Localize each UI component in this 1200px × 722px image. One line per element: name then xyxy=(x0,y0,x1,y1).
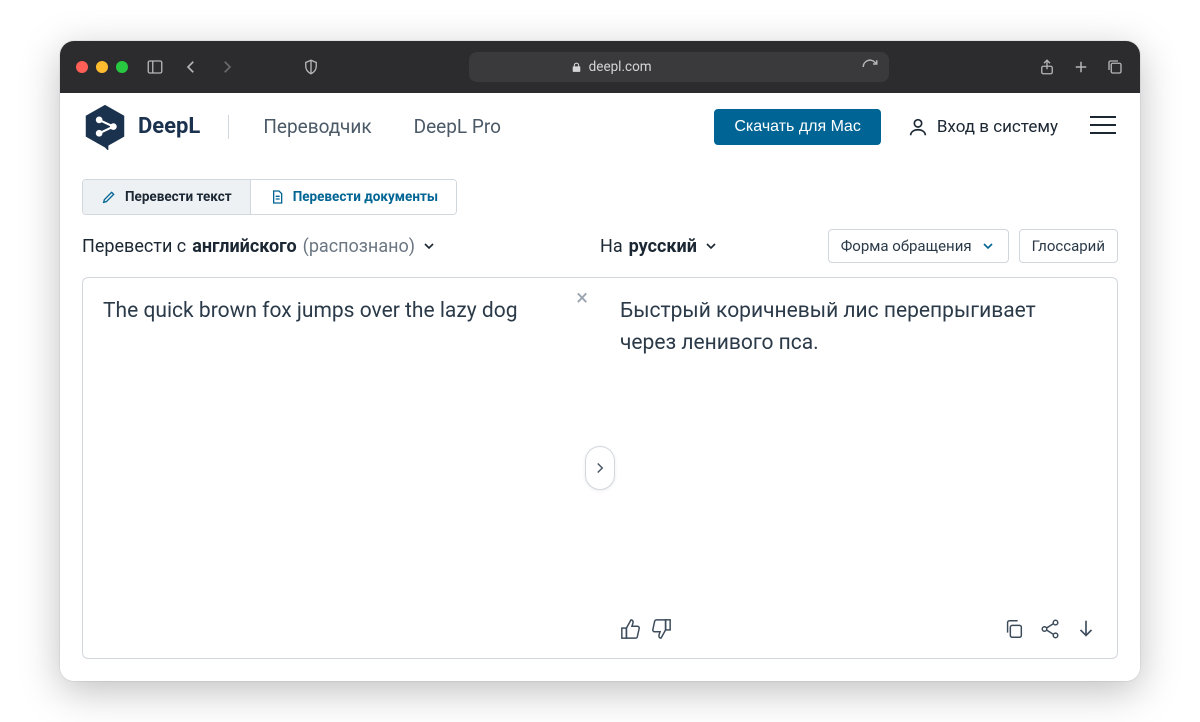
chevron-down-icon xyxy=(703,238,719,254)
chevron-down-icon xyxy=(980,238,996,254)
pencil-icon xyxy=(101,189,117,205)
tab-translate-text[interactable]: Перевести текст xyxy=(83,180,250,214)
copy-button[interactable] xyxy=(1003,618,1025,640)
address-bar-wrap: deepl.com xyxy=(338,52,1020,82)
chevron-down-icon xyxy=(421,238,437,254)
privacy-shield-icon[interactable] xyxy=(302,58,320,76)
share-nodes-icon xyxy=(1039,618,1061,640)
mode-tabs: Перевести текст Перевести документы xyxy=(82,179,457,215)
source-lang-detected: (распознано) xyxy=(303,236,415,257)
target-lang-extras: Форма обращения Глоссарий xyxy=(828,229,1118,263)
document-icon xyxy=(269,189,285,205)
browser-chrome: deepl.com xyxy=(60,41,1140,93)
window-close-button[interactable] xyxy=(76,61,88,73)
target-lang-picker[interactable]: На русский xyxy=(600,236,719,257)
swap-languages-button[interactable] xyxy=(585,446,615,490)
lock-icon xyxy=(570,61,583,74)
logo[interactable]: DeepL xyxy=(82,104,200,150)
target-lang-name: русский xyxy=(629,236,697,257)
new-tab-icon[interactable] xyxy=(1072,58,1090,76)
glossary-label: Глоссарий xyxy=(1032,237,1105,255)
formality-label: Форма обращения xyxy=(841,237,972,255)
source-lang-area: Перевести с английского (распознано) xyxy=(82,236,600,257)
login-button[interactable]: Вход в систему xyxy=(907,116,1058,138)
chrome-right xyxy=(1038,58,1124,76)
target-lang-area: На русский Форма обращения Глоссарий xyxy=(600,229,1118,263)
nav-divider xyxy=(228,115,229,139)
copy-icon xyxy=(1003,618,1025,640)
share-icon[interactable] xyxy=(1038,58,1056,76)
content: Перевести текст Перевести документы Пере… xyxy=(60,161,1140,681)
nav-translator[interactable]: Переводчик xyxy=(257,109,377,144)
share-translation-button[interactable] xyxy=(1039,618,1061,640)
tabs-overview-icon[interactable] xyxy=(1106,58,1124,76)
source-lang-name: английского xyxy=(192,236,296,257)
thumbs-up-button[interactable] xyxy=(620,618,642,640)
translator-panels: × The quick brown fox jumps over the laz… xyxy=(82,277,1118,659)
traffic-lights xyxy=(76,61,128,73)
clear-source-button[interactable]: × xyxy=(576,288,588,310)
thumbs-down-icon xyxy=(650,618,672,640)
download-button[interactable]: Скачать для Mac xyxy=(714,109,880,145)
hamburger-icon xyxy=(1088,114,1118,136)
source-text-input[interactable]: The quick brown fox jumps over the lazy … xyxy=(103,296,580,640)
address-host: deepl.com xyxy=(589,59,652,75)
forward-button[interactable] xyxy=(218,58,236,76)
reload-button[interactable] xyxy=(861,58,879,76)
browser-window: deepl.com xyxy=(60,41,1140,681)
deepl-logo-icon xyxy=(82,104,128,150)
brand-name: DeepL xyxy=(138,114,200,139)
source-lang-prefix: Перевести с xyxy=(82,236,186,257)
address-bar[interactable]: deepl.com xyxy=(469,52,889,82)
tab-translate-text-label: Перевести текст xyxy=(125,189,232,205)
target-lang-prefix: На xyxy=(600,236,623,257)
thumbs-down-button[interactable] xyxy=(650,618,672,640)
language-row: Перевести с английского (распознано) На … xyxy=(82,229,1118,263)
arrow-down-icon xyxy=(1075,618,1097,640)
target-panel: Быстрый коричневый лис перепрыгивает чер… xyxy=(600,278,1117,658)
glossary-button[interactable]: Глоссарий xyxy=(1019,229,1118,263)
login-label: Вход в систему xyxy=(937,117,1058,137)
menu-button[interactable] xyxy=(1088,114,1118,140)
user-icon xyxy=(907,116,929,138)
sidebar-toggle-icon[interactable] xyxy=(146,58,164,76)
source-lang-picker[interactable]: Перевести с английского (распознано) xyxy=(82,236,437,257)
formality-picker[interactable]: Форма обращения xyxy=(828,229,1009,263)
source-panel: × The quick brown fox jumps over the laz… xyxy=(83,278,600,658)
download-translation-button[interactable] xyxy=(1075,618,1097,640)
target-text-output: Быстрый коричневый лис перепрыгивает чер… xyxy=(620,296,1097,610)
thumbs-up-icon xyxy=(620,618,642,640)
page: DeepL Переводчик DeepL Pro Скачать для M… xyxy=(60,93,1140,681)
topnav: DeepL Переводчик DeepL Pro Скачать для M… xyxy=(60,93,1140,161)
output-actions xyxy=(620,618,1097,640)
chevron-right-icon xyxy=(595,462,605,474)
window-minimize-button[interactable] xyxy=(96,61,108,73)
tab-translate-docs-label: Перевести документы xyxy=(293,189,438,205)
window-zoom-button[interactable] xyxy=(116,61,128,73)
back-button[interactable] xyxy=(182,58,200,76)
tab-translate-docs[interactable]: Перевести документы xyxy=(250,180,456,214)
nav-pro[interactable]: DeepL Pro xyxy=(408,109,507,144)
